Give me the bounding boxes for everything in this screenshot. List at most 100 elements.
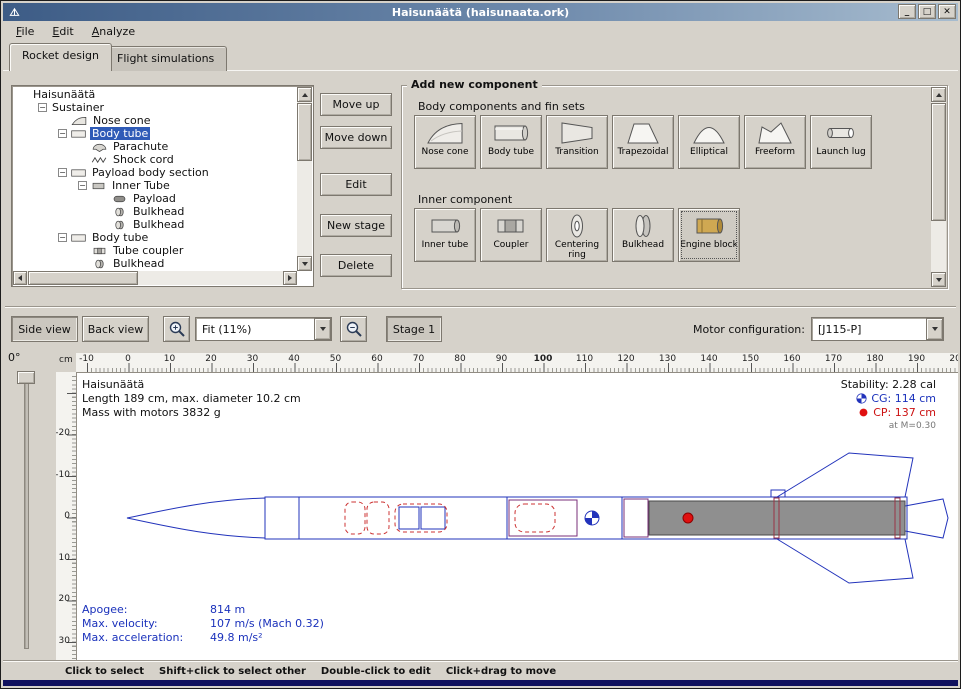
status-hint-click-drag-to-move: Click+drag to move — [446, 666, 556, 677]
add-coupler-button[interactable]: Coupler — [480, 208, 542, 262]
tree-item-haisun-t[interactable]: Haisunäätä — [14, 88, 296, 101]
tree-item-bulkhead[interactable]: Bulkhead — [14, 205, 296, 218]
add-freeform-button[interactable]: Freeform — [744, 115, 806, 169]
tree-expander-icon[interactable]: − — [78, 181, 87, 190]
add-engine-block-button[interactable]: Engine block — [678, 208, 740, 262]
flight-stats: Apogee:814 m Max. velocity:107 m/s (Mach… — [82, 603, 324, 645]
zoom-out-button[interactable] — [340, 316, 367, 342]
tree-item-bulkhead[interactable]: Bulkhead — [14, 218, 296, 231]
top-fin — [777, 453, 913, 497]
nose-cone-icon — [71, 116, 88, 126]
zoom-in-button[interactable] — [163, 316, 190, 342]
mach-condition: at M=0.30 — [889, 421, 936, 431]
tree-item-sustainer[interactable]: −Sustainer — [14, 101, 296, 114]
add-centering-ring-button[interactable]: Centering ring — [546, 208, 608, 262]
component-button-label: Inner tube — [422, 240, 469, 250]
menu-bar: File Edit Analyze — [3, 21, 958, 42]
coupler-icon — [491, 212, 531, 240]
scroll-left-button[interactable] — [13, 271, 27, 285]
tab-flight-simulations[interactable]: Flight simulations — [104, 46, 227, 71]
tree-item-label: Bulkhead — [131, 218, 186, 231]
freeform-icon — [755, 119, 795, 147]
cp-marker — [683, 513, 693, 523]
add-elliptical-button[interactable]: Elliptical — [678, 115, 740, 169]
tab-rocket-design[interactable]: Rocket design — [9, 43, 112, 71]
shock-cord-block — [421, 507, 445, 529]
tree-expander-icon[interactable]: − — [58, 129, 67, 138]
scroll-down-button[interactable] — [297, 256, 312, 271]
tree-item-label: Payload — [131, 192, 178, 205]
scroll-up-button[interactable] — [297, 87, 312, 102]
tree-item-inner-tube[interactable]: − Inner Tube — [14, 179, 296, 192]
dropdown-arrow-icon[interactable] — [926, 318, 943, 340]
add-transition-button[interactable]: Transition — [546, 115, 608, 169]
move-down-button[interactable]: Move down — [320, 126, 392, 149]
zoom-level-select[interactable]: Fit (11%) — [195, 317, 332, 341]
add-launch-lug-button[interactable]: Launch lug — [810, 115, 872, 169]
tree-item-body-tube[interactable]: −Body tube — [14, 231, 296, 244]
tree-item-payload[interactable]: Payload — [14, 192, 296, 205]
h-ruler-label: 40 — [288, 354, 299, 364]
motor-configuration-value: [J115-P] — [812, 318, 926, 340]
zoom-out-icon — [345, 320, 363, 338]
component-group-row-1: Inner tube CouplerCentering ring Bulkhead E… — [414, 208, 740, 262]
bulkhead-icon — [111, 207, 128, 217]
rocket-dimensions: Length 189 cm, max. diameter 10.2 cm — [82, 392, 301, 405]
far-fin — [905, 499, 948, 538]
panel-vertical-scrollbar[interactable] — [931, 87, 946, 287]
new-stage-button[interactable]: New stage — [320, 214, 392, 237]
side-view-button[interactable]: Side view — [11, 316, 78, 342]
menu-edit[interactable]: Edit — [43, 22, 82, 41]
rotation-slider-handle[interactable] — [17, 371, 35, 384]
tree-item-nose-cone[interactable]: Nose cone — [14, 114, 296, 127]
move-up-button[interactable]: Move up — [320, 93, 392, 116]
scrollbar-thumb[interactable] — [297, 103, 312, 161]
scrollbar-thumb[interactable] — [28, 271, 138, 285]
edit-button[interactable]: Edit — [320, 173, 392, 196]
v-ruler-label: 20 — [59, 594, 70, 604]
tree-item-label: Inner Tube — [110, 179, 172, 192]
trapezoidal-icon — [623, 119, 663, 147]
component-button-label: Bulkhead — [622, 240, 664, 250]
tree-item-tube-coupler[interactable]: Tube coupler — [14, 244, 296, 257]
scroll-down-button[interactable] — [931, 272, 946, 287]
rotation-slider-track[interactable] — [24, 375, 29, 649]
tree-item-label: Parachute — [111, 140, 170, 153]
minimize-button[interactable]: _ — [898, 4, 916, 19]
component-button-label: Launch lug — [816, 147, 865, 157]
nose-cone-icon — [425, 119, 465, 147]
tree-item-body-tube[interactable]: −Body tube — [14, 127, 296, 140]
tree-item-payload-body-section[interactable]: −Payload body section — [14, 166, 296, 179]
title-bar[interactable]: Haisunäätä (haisunaata.ork) _ □ ✕ — [3, 3, 958, 21]
add-bulkhead-button[interactable]: Bulkhead — [612, 208, 674, 262]
scrollbar-thumb[interactable] — [931, 103, 946, 221]
tree-item-parachute[interactable]: Parachute — [14, 140, 296, 153]
add-body-tube-button[interactable]: Body tube — [480, 115, 542, 169]
scroll-right-button[interactable] — [283, 271, 297, 285]
tree-item-shock-cord[interactable]: Shock cord — [14, 153, 296, 166]
stage-1-toggle[interactable]: Stage 1 — [386, 316, 442, 342]
status-bar: Click to selectShift+click to select oth… — [3, 661, 958, 680]
add-inner-tube-button[interactable]: Inner tube — [414, 208, 476, 262]
rocket-canvas[interactable]: Haisunäätä Length 189 cm, max. diameter … — [76, 372, 958, 661]
delete-button[interactable]: Delete — [320, 254, 392, 277]
tree-item-bulkhead[interactable]: Bulkhead — [14, 257, 296, 270]
menu-analyze[interactable]: Analyze — [83, 22, 144, 41]
close-button[interactable]: ✕ — [938, 4, 956, 19]
group-label-body-components: Body components and fin sets — [418, 100, 585, 113]
add-trapezoidal-button[interactable]: Trapezoidal — [612, 115, 674, 169]
tree-expander-icon[interactable]: − — [58, 168, 67, 177]
tree-expander-icon[interactable]: − — [38, 103, 47, 112]
scroll-up-button[interactable] — [931, 87, 946, 102]
tree-horizontal-scrollbar[interactable] — [13, 271, 297, 285]
panel-title: Add new component — [407, 78, 542, 91]
tree-expander-icon[interactable]: − — [58, 233, 67, 242]
maximize-button[interactable]: □ — [918, 4, 936, 19]
dropdown-arrow-icon[interactable] — [314, 318, 331, 340]
motor-configuration-select[interactable]: [J115-P] — [811, 317, 944, 341]
menu-file[interactable]: File — [7, 22, 43, 41]
tree-vertical-scrollbar[interactable] — [297, 87, 312, 271]
add-nose-cone-button[interactable]: Nose cone — [414, 115, 476, 169]
back-view-button[interactable]: Back view — [82, 316, 149, 342]
body-tube-icon — [70, 129, 87, 139]
